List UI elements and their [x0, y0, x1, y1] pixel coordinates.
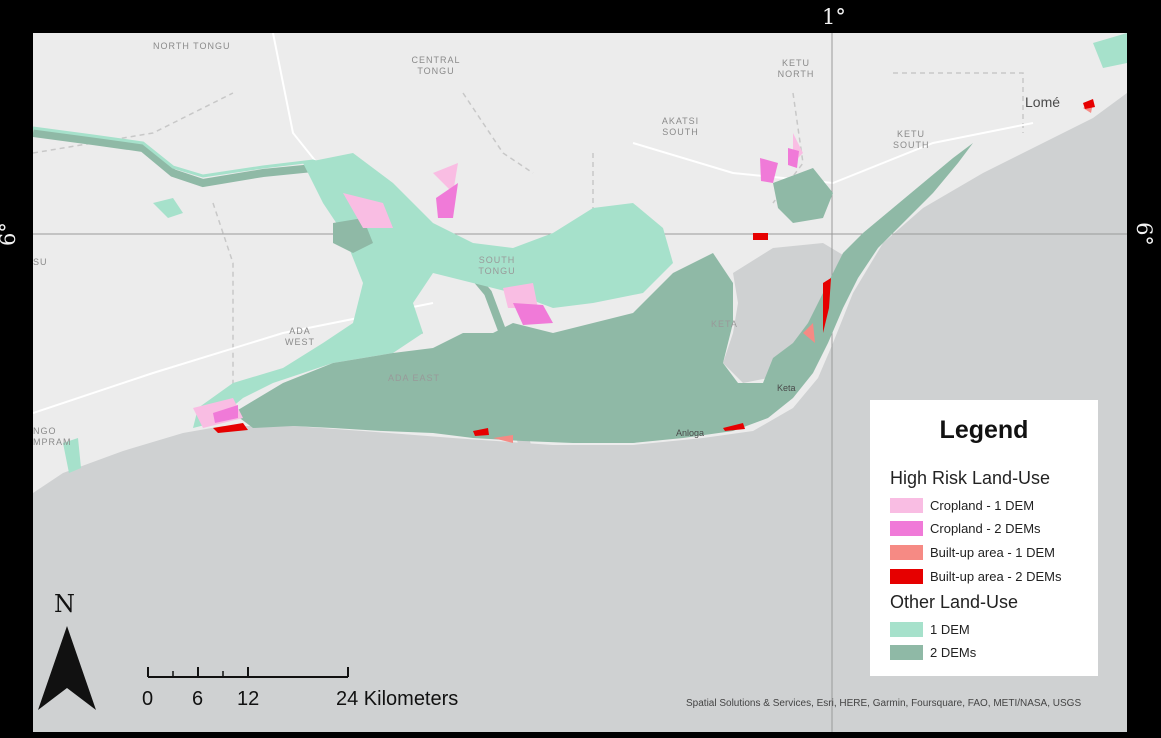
label-ketu-south: KETU SOUTH [893, 129, 930, 150]
label-keta-district: KETA [711, 319, 738, 329]
legend-item-label: Cropland - 2 DEMs [930, 520, 1041, 536]
label-central-tongu: CENTRAL TONGU [411, 55, 461, 76]
legend-group-high-risk: High Risk Land-Use [890, 468, 1051, 488]
legend-item-builtup-1dem: Built-up area - 1 DEM [890, 543, 1055, 561]
legend-title: Legend [939, 416, 1029, 444]
label-lome: Lomé [1025, 94, 1061, 110]
legend-item-builtup-2dem: Built-up area - 2 DEMs [890, 567, 1062, 585]
legend-item-cropland-2dem: Cropland - 2 DEMs [890, 519, 1041, 537]
label-left-edge-1: SU [33, 257, 48, 267]
legend-item-label: Built-up area - 2 DEMs [930, 568, 1062, 584]
legend-item-label: 2 DEMs [930, 644, 977, 660]
legend-swatch [890, 621, 923, 637]
label-anloga: Anloga [676, 428, 705, 438]
map-attribution: Spatial Solutions & Services, Esri, HERE… [686, 698, 1082, 709]
legend-group-other: Other Land-Use [890, 592, 1019, 612]
latitude-label-left: 6° [0, 222, 20, 246]
north-label: N [54, 590, 75, 618]
scale-tick-6: 6 [192, 688, 204, 710]
legend-swatch [890, 644, 923, 660]
label-ketu-north: KETU NORTH [777, 58, 815, 79]
label-left-edge-2: NGO MPRAM [33, 426, 72, 447]
legend-panel: Legend High Risk Land-Use Cropland - 1 D… [870, 400, 1098, 676]
label-north-tongu: NORTH TONGU [153, 41, 231, 51]
map-frame: NORTH TONGU CENTRAL TONGU KETU NORTH AKA… [0, 0, 1161, 738]
legend-item-cropland-1dem: Cropland - 1 DEM [890, 496, 1034, 514]
label-akatsi-south: AKATSI SOUTH [661, 116, 700, 137]
north-arrow-icon [38, 626, 96, 710]
label-south-tongu: SOUTH TONGU [478, 255, 516, 276]
north-arrow: N [36, 590, 98, 715]
legend-item-other-2dem: 2 DEMs [890, 643, 976, 661]
scale-tick-0: 0 [142, 688, 154, 710]
legend-swatch [890, 497, 923, 513]
legend-item-label: Built-up area - 1 DEM [930, 544, 1055, 560]
legend-swatch [890, 568, 923, 584]
label-ada-west: ADA WEST [285, 326, 315, 347]
scale-tick-12: 12 [237, 688, 260, 710]
scale-bar [147, 667, 349, 678]
longitude-label: 1° [822, 5, 846, 29]
legend-swatch [890, 544, 923, 560]
scale-tick-24: 24 Kilometers [336, 688, 459, 710]
label-ada-east: ADA EAST [388, 373, 441, 383]
latitude-label-right: 6° [1131, 222, 1156, 246]
legend-item-label: 1 DEM [930, 621, 970, 637]
label-keta: Keta [777, 383, 796, 393]
legend-swatch [890, 520, 923, 536]
legend-item-other-1dem: 1 DEM [890, 620, 970, 638]
legend-item-label: Cropland - 1 DEM [930, 497, 1035, 513]
